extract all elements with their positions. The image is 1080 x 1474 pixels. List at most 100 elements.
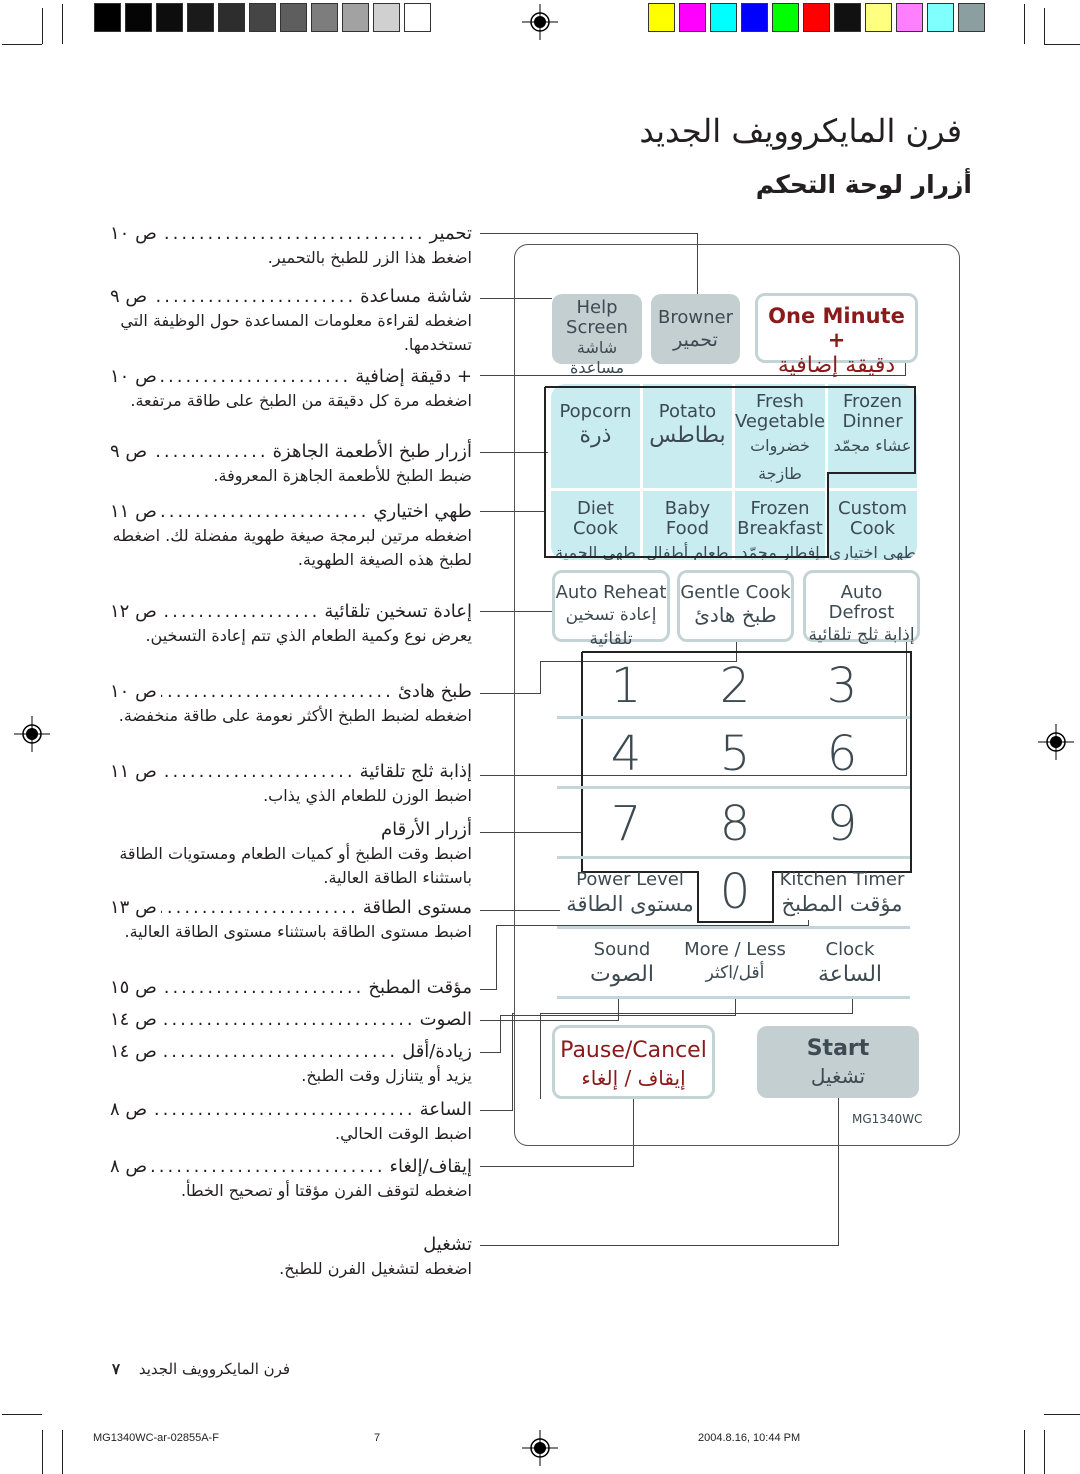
power-level-button[interactable]: Power Level مستوى الطاقة	[560, 870, 700, 920]
gray-swatch	[373, 3, 400, 32]
digit-4-button[interactable]: 4	[596, 726, 656, 782]
divider	[557, 716, 910, 719]
auto-defrost-label-ar: إذابة ثلج تلقائية	[808, 625, 915, 645]
auto-defrost-label-en: Auto Defrost	[828, 582, 895, 623]
frozen-dinner-label-ar: عشاء مجمّد	[833, 436, 912, 455]
clock-label-ar: الساعة	[817, 962, 883, 987]
one-minute-button[interactable]: One Minute + دقيقة إضافية	[755, 293, 918, 378]
page-reference: ص ١٣	[110, 897, 157, 918]
baby-food-label-en-2: Food	[665, 518, 710, 539]
description-heading: إذابة ثلج تلقائية.......................…	[110, 760, 472, 784]
color-swatch	[834, 3, 861, 32]
diet-cook-button[interactable]: Diet Cook طهي الحمية	[551, 491, 640, 560]
auto-defrost-button[interactable]: Auto Defrost إذابة ثلج تلقائية	[803, 570, 920, 645]
button-name: طبخ هادئ	[397, 681, 472, 702]
page-footer-label: فرن المايكروويف الجديد ٧	[112, 1360, 290, 1378]
file-name: MG1340WC-ar-02855A-F	[93, 1432, 219, 1444]
digit-1-button[interactable]: 1	[596, 658, 656, 714]
crop-mark	[1024, 1430, 1025, 1474]
frozen-dinner-button[interactable]: Frozen Dinner عشاء مجمّد	[828, 384, 917, 488]
description-item: + دقيقة إضافية..........................…	[110, 365, 472, 413]
gray-swatch	[280, 3, 307, 32]
digit-2-button[interactable]: 2	[705, 658, 765, 714]
kitchen-timer-label-en: Kitchen Timer	[779, 869, 905, 890]
leader-dots: ........................................…	[151, 441, 269, 462]
gray-calibration-strip	[94, 0, 436, 34]
page-reference: ص ٩	[110, 441, 148, 462]
digit-9-button[interactable]: 9	[812, 796, 872, 852]
baby-food-button[interactable]: Baby Food طعام أطفال	[642, 491, 732, 560]
pause-cancel-button[interactable]: Pause/Cancel إيقاف / إلغاء	[552, 1025, 715, 1099]
page-reference: ص ٩	[110, 286, 148, 307]
digit-6-button[interactable]: 6	[812, 726, 872, 782]
description-item: مستوى الطاقة............................…	[110, 896, 472, 944]
leader-dots: ........................................…	[160, 501, 370, 522]
color-swatch	[865, 3, 892, 32]
gentle-cook-label-ar: طبخ هادئ	[694, 603, 777, 627]
diet-cook-label-en: Diet	[576, 498, 614, 519]
description-heading: طهي اختياري.............................…	[110, 500, 472, 524]
color-swatch	[803, 3, 830, 32]
registration-mark-icon	[14, 716, 50, 752]
description-heading: مستوى الطاقة............................…	[110, 896, 472, 920]
description-item: إعادة تسخين تلقائية.....................…	[110, 600, 472, 648]
browner-label-ar: تحمير	[673, 329, 718, 351]
fresh-vegetable-button[interactable]: Fresh Vegetable خضروات طازجة	[734, 384, 826, 488]
digit-5-button[interactable]: 5	[705, 726, 765, 782]
frozen-breakfast-button[interactable]: Frozen Breakfast إفطار مجمّد	[734, 491, 826, 560]
popcorn-button[interactable]: Popcorn ذرة	[551, 384, 640, 488]
diet-cook-label-en-2: Cook	[572, 518, 618, 539]
leader-dots: ........................................…	[161, 977, 365, 998]
baby-food-label-en: Baby	[664, 498, 711, 519]
page-reference: ص ١٤	[110, 1041, 157, 1062]
custom-cook-button[interactable]: Custom Cook طهي اختياري	[828, 491, 917, 560]
browner-button[interactable]: Browner تحمير	[651, 294, 740, 364]
help-screen-button[interactable]: Help Screen شاشة مساعدة	[552, 294, 642, 377]
leader-dots: ........................................…	[161, 761, 356, 782]
button-name: مؤقت المطبخ	[368, 977, 472, 998]
description-text: اضغطه لقراءة معلومات المساعدة حول الوظيف…	[120, 311, 472, 354]
kitchen-timer-button[interactable]: Kitchen Timer مؤقت المطبخ	[770, 870, 914, 920]
description-item: طبخ هادئ................................…	[110, 680, 472, 728]
custom-cook-label-en: Custom	[838, 498, 907, 519]
description-text: اضغطه مرتين لبرمجة صيغة طهوية مفضلة لك. …	[112, 526, 472, 569]
gray-swatch	[342, 3, 369, 32]
leader-dots: ........................................…	[160, 366, 352, 387]
page-reference: ص ١٠	[110, 223, 157, 244]
fresh-vegetable-label-en-2: Vegetable	[734, 411, 826, 432]
sound-label-ar: الصوت	[590, 962, 654, 987]
digit-7-button[interactable]: 7	[596, 796, 656, 852]
description-heading: أزرار طبخ الأطعمة الجاهزة...............…	[110, 440, 472, 464]
help-screen-label-ar: شاشة مساعدة	[569, 338, 625, 377]
description-heading: مؤقت المطبخ.............................…	[110, 976, 472, 1000]
more-less-button[interactable]: More / Less أقل/اكثر	[680, 940, 790, 994]
crop-mark	[42, 1430, 43, 1474]
clock-button[interactable]: Clock الساعة	[800, 940, 900, 994]
start-label-en: Start	[806, 1036, 870, 1061]
potato-button[interactable]: Potato بطاطس	[642, 384, 732, 488]
description-item: تحمير...................................…	[110, 222, 472, 270]
description-heading: الساعة..................................…	[110, 1098, 472, 1122]
page-reference: ص ١٤	[110, 1009, 157, 1030]
leader-dots: ........................................…	[161, 601, 321, 622]
gentle-cook-button[interactable]: Gentle Cook طبخ هادئ	[677, 570, 794, 642]
frozen-breakfast-label-ar: إفطار مجمّد	[740, 543, 820, 560]
registration-mark-icon	[1038, 724, 1074, 760]
frozen-breakfast-label-en-2: Breakfast	[737, 518, 823, 539]
color-swatch	[772, 3, 799, 32]
registration-mark-icon	[522, 1430, 558, 1466]
sound-button[interactable]: Sound الصوت	[570, 940, 674, 994]
color-swatch	[958, 3, 985, 32]
start-button[interactable]: Start تشغيل	[757, 1026, 919, 1098]
description-text: اضغطه لضبط الطبخ الأكثر نعومة على طاقة م…	[118, 706, 472, 725]
frozen-dinner-label-en-2: Dinner	[842, 411, 903, 432]
auto-reheat-button[interactable]: Auto Reheat إعادة تسخين تلقائية	[552, 570, 670, 649]
digit-8-button[interactable]: 8	[705, 796, 765, 852]
description-text: اضبط مستوى الطاقة باستثناء مستوى الطاقة …	[124, 922, 472, 941]
digit-3-button[interactable]: 3	[812, 658, 872, 714]
page-reference: ص ٨	[110, 1156, 148, 1177]
description-heading: طبخ هادئ................................…	[110, 680, 472, 704]
digit-0-button[interactable]: 0	[705, 864, 765, 920]
description-heading: إيقاف/إلغاء.............................…	[110, 1155, 472, 1179]
popcorn-label-en: Popcorn	[559, 401, 632, 422]
